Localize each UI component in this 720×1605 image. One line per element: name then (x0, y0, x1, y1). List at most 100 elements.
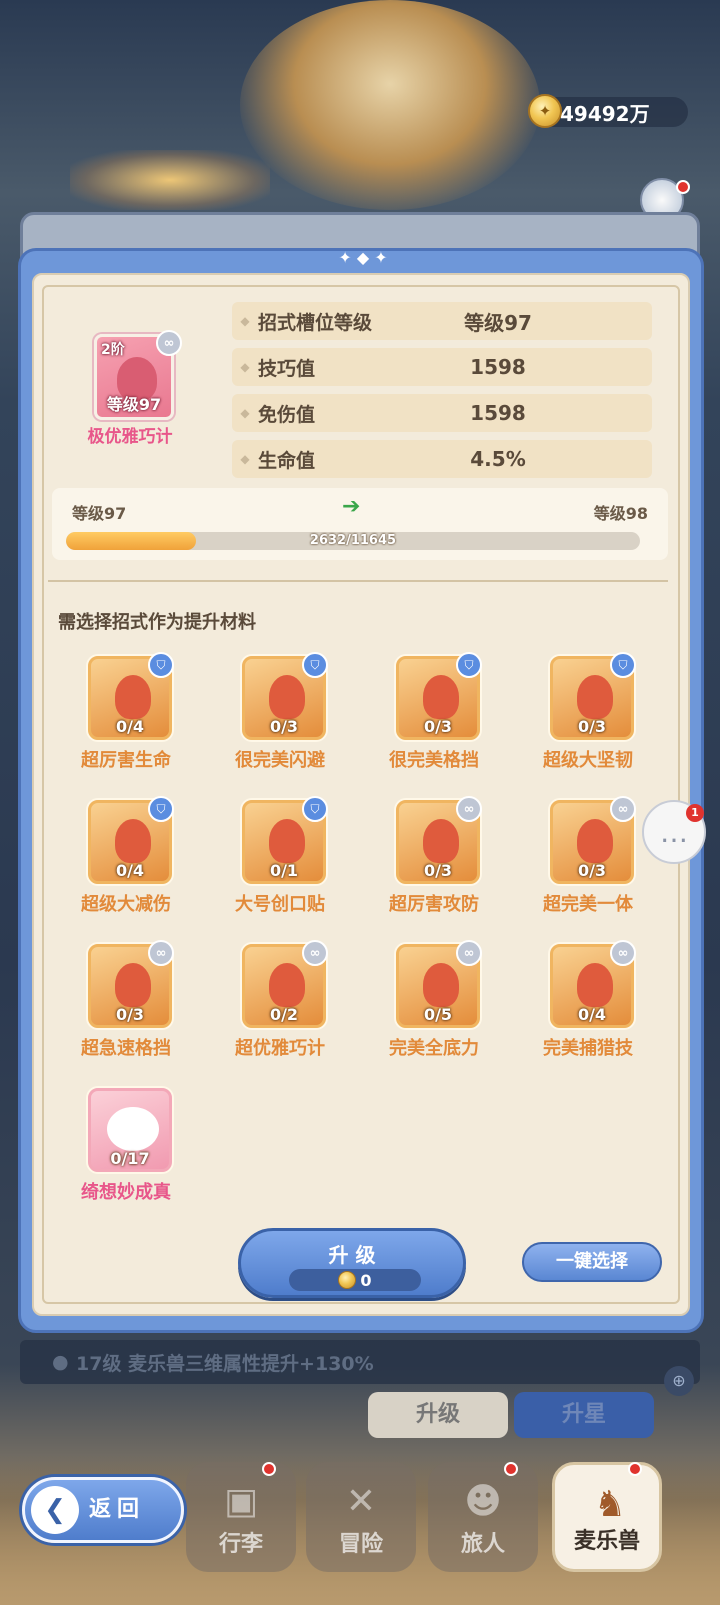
upgrade-cost: 0 (289, 1269, 421, 1291)
notification-dot (504, 1462, 518, 1476)
material-count: 0/1 (269, 861, 299, 880)
level-progress: 等级97 ➔ 等级98 2632/11645 (52, 488, 668, 560)
upgrade-cost-value: 0 (360, 1270, 372, 1290)
material-item[interactable]: 0/3 ⛉ 很完美格挡 (364, 652, 504, 786)
level-to: 等级98 (593, 504, 648, 523)
material-item[interactable]: 0/4 ⛉ 超厉害生命 (56, 652, 196, 786)
ornament-icon: ✦ ◆ ✦ (338, 248, 388, 267)
material-name: 超急速格挡 (81, 1038, 171, 1059)
lock-icon: ● (52, 1351, 69, 1373)
skill-level: 等级97 (106, 395, 162, 414)
material-item[interactable]: 0/3 ∞ 超厉害攻防 (364, 796, 504, 930)
nav-adventure[interactable]: ✕ 冒险 (306, 1462, 416, 1572)
material-count: 0/4 (577, 1005, 607, 1024)
creature-icon (423, 675, 459, 719)
upgrade-label: 升 级 (328, 1243, 376, 1267)
arrow-right-icon: ➔ (342, 494, 361, 519)
creature-icon (423, 963, 459, 1007)
creature-icon (577, 963, 613, 1007)
stat-row-hp: ◆ 生命值 4.5% (232, 440, 652, 478)
nav-label: 行李 (218, 1532, 263, 1557)
creature-icon (269, 675, 305, 719)
notification-dot (628, 1462, 642, 1476)
link-icon: ∞ (156, 330, 182, 356)
link-icon: ∞ (148, 940, 174, 966)
material-item[interactable]: 0/4 ⛉ 超级大减伤 (56, 796, 196, 930)
exp-text: 2632/11645 (309, 533, 397, 548)
chat-badge: 1 (686, 804, 704, 822)
ghost-upgrade-button: 升级 (368, 1392, 508, 1438)
nav-label: 冒险 (338, 1532, 383, 1557)
currency-amount: 49492万 (560, 101, 650, 126)
back-button[interactable]: ❮ 返回 (22, 1477, 184, 1543)
material-icon: 0/17 (88, 1088, 172, 1172)
back-label: 返回 (89, 1497, 146, 1522)
back-arrow-icon: ❮ (31, 1486, 79, 1534)
creature-icon (269, 963, 305, 1007)
creature-icon (577, 675, 613, 719)
cat-creature-icon (107, 1107, 159, 1151)
material-name: 很完美格挡 (389, 750, 479, 771)
material-item[interactable]: 0/17 绮想妙成真 (56, 1088, 196, 1218)
material-item[interactable]: 0/3 ⛉ 很完美闪避 (210, 652, 350, 786)
divider (48, 580, 668, 582)
exp-bar: 2632/11645 (66, 532, 640, 550)
link-icon: ∞ (302, 940, 328, 966)
creature-icon (269, 819, 305, 863)
material-count: 0/3 (423, 717, 453, 736)
background-glow (70, 150, 270, 210)
stat-row-damage-reduction: ◆ 免伤值 1598 (232, 394, 652, 432)
material-item[interactable]: 0/2 ∞ 超优雅巧计 (210, 940, 350, 1074)
nav-label: 旅人 (460, 1532, 505, 1557)
nav-melody-beast[interactable]: ♞ 麦乐兽 (552, 1462, 662, 1572)
creature-icon (115, 675, 151, 719)
info-strip: ● 17级 麦乐兽三维属性提升+130% (20, 1340, 700, 1384)
material-item[interactable]: 0/3 ∞ 超急速格挡 (56, 940, 196, 1074)
material-count: 0/2 (269, 1005, 299, 1024)
stat-value: 4.5% (470, 447, 526, 471)
material-count: 0/17 (110, 1149, 150, 1168)
quick-select-button[interactable]: 一键选择 (522, 1242, 662, 1282)
material-name: 超级大坚韧 (543, 750, 633, 771)
creature-icon (115, 963, 151, 1007)
stat-value: 等级97 (464, 310, 532, 335)
material-name: 完美捕猎技 (543, 1038, 633, 1059)
materials-title: 需选择招式作为提升材料 (58, 612, 256, 633)
shield-icon: ⛉ (610, 652, 636, 678)
currency-display[interactable]: ✦ 49492万 (528, 94, 688, 128)
traveler-icon: ☻ (464, 1481, 502, 1522)
material-item[interactable]: 0/5 ∞ 完美全底力 (364, 940, 504, 1074)
material-item[interactable]: 0/4 ∞ 完美捕猎技 (518, 940, 658, 1074)
link-icon: ∞ (610, 796, 636, 822)
material-name: 超厉害攻防 (389, 894, 479, 915)
skill-card[interactable]: 2阶 等级97 ∞ (70, 318, 188, 436)
material-name: 超完美一体 (543, 894, 633, 915)
material-count: 0/3 (269, 717, 299, 736)
material-name: 完美全底力 (389, 1038, 479, 1059)
notification-dot (262, 1462, 276, 1476)
skill-rank: 2阶 (101, 342, 125, 358)
material-name: 超厉害生命 (81, 750, 171, 771)
nav-label: 麦乐兽 (573, 1529, 640, 1554)
background-mascot (240, 0, 540, 210)
stat-value: 1598 (470, 355, 526, 379)
material-item[interactable]: 0/1 ⛉ 大号创口贴 (210, 796, 350, 930)
material-name: 大号创口贴 (235, 894, 325, 915)
material-count: 0/3 (577, 861, 607, 880)
stat-row-slot-level: ◆ 招式槽位等级 等级97 (232, 302, 652, 340)
material-item[interactable]: 0/3 ⛉ 超级大坚韧 (518, 652, 658, 786)
shield-icon: ⛉ (302, 652, 328, 678)
nav-traveler[interactable]: ☻ 旅人 (428, 1462, 538, 1572)
nav-luggage[interactable]: ▣ 行李 (186, 1462, 296, 1572)
zoom-icon[interactable]: ⊕ (664, 1366, 694, 1396)
shield-icon: ⛉ (148, 652, 174, 678)
material-item[interactable]: 0/3 ∞ 超完美一体 (518, 796, 658, 930)
stat-label: 技巧值 (258, 357, 316, 380)
creature-icon (577, 819, 613, 863)
material-name: 绮想妙成真 (81, 1182, 171, 1203)
material-count: 0/3 (115, 1005, 145, 1024)
material-count: 0/4 (115, 717, 145, 736)
diamond-icon: ◆ (240, 452, 250, 466)
shield-icon: ⛉ (148, 796, 174, 822)
upgrade-button[interactable]: 升 级 0 (238, 1228, 466, 1298)
